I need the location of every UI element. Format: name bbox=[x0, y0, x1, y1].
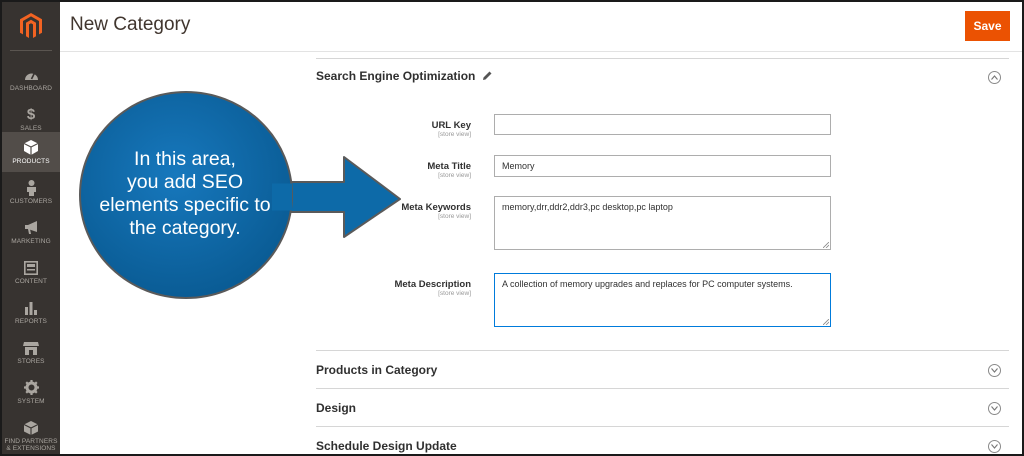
design-section[interactable]: Design bbox=[316, 401, 356, 415]
page-header: New Category Save bbox=[60, 2, 1022, 52]
sidebar-item-label: STORES bbox=[17, 357, 45, 365]
section-divider bbox=[316, 426, 1009, 427]
callout-line: elements specific to bbox=[99, 194, 271, 216]
magento-logo-icon bbox=[20, 13, 42, 38]
save-button[interactable]: Save bbox=[965, 11, 1010, 41]
bar-chart-icon bbox=[24, 300, 38, 316]
gear-icon bbox=[23, 380, 39, 396]
admin-sidebar: DASHBOARD $ SALES PRODUCTS CUSTOMERS MAR… bbox=[2, 2, 60, 454]
dashboard-icon bbox=[24, 67, 39, 83]
dollar-icon: $ bbox=[26, 106, 36, 123]
expand-chevron-icon[interactable] bbox=[988, 364, 1001, 377]
meta-keywords-value: memory,drr,ddr2,ddr3,pc desktop,pc lapto… bbox=[502, 202, 673, 212]
sidebar-item-products[interactable]: PRODUCTS bbox=[2, 132, 60, 172]
url-key-label: URL Key bbox=[431, 120, 471, 131]
products-in-category-section[interactable]: Products in Category bbox=[316, 363, 437, 377]
callout-text: In this area, you add SEO elements speci… bbox=[90, 148, 280, 240]
sidebar-item-dashboard[interactable]: DASHBOARD bbox=[2, 59, 60, 99]
url-key-scope: [store view] bbox=[438, 131, 471, 138]
megaphone-icon bbox=[24, 220, 39, 236]
sidebar-item-label: PRODUCTS bbox=[12, 157, 50, 165]
sidebar-item-customers[interactable]: CUSTOMERS bbox=[2, 172, 60, 212]
callout-line: you add SEO bbox=[127, 171, 243, 193]
sidebar-item-content[interactable]: CONTENT bbox=[2, 252, 60, 292]
sidebar-item-label: REPORTS bbox=[14, 317, 47, 325]
pencil-icon bbox=[483, 71, 492, 80]
sidebar-item-label: FIND PARTNERS bbox=[4, 438, 58, 445]
box-icon bbox=[24, 140, 38, 156]
expand-chevron-icon[interactable] bbox=[988, 440, 1001, 453]
meta-title-scope: [store view] bbox=[438, 172, 471, 179]
resize-handle-icon[interactable] bbox=[823, 319, 829, 325]
sidebar-item-label: SYSTEM bbox=[17, 397, 45, 405]
callout-line: In this area, bbox=[134, 148, 236, 170]
sidebar-item-label-2: & EXTENSIONS bbox=[6, 445, 56, 452]
callout-line: the category. bbox=[129, 217, 241, 239]
extensions-icon bbox=[24, 420, 38, 436]
sidebar-item-system[interactable]: SYSTEM bbox=[2, 372, 60, 412]
meta-keywords-textarea[interactable]: memory,drr,ddr2,ddr3,pc desktop,pc lapto… bbox=[494, 196, 831, 250]
content-icon bbox=[24, 260, 38, 276]
sidebar-item-find-partners[interactable]: FIND PARTNERS & EXTENSIONS bbox=[2, 416, 60, 454]
magento-logo[interactable] bbox=[2, 2, 60, 50]
meta-description-value: A collection of memory upgrades and repl… bbox=[502, 279, 793, 289]
person-icon bbox=[26, 179, 37, 196]
sidebar-item-label: SALES bbox=[20, 124, 42, 132]
meta-description-scope: [store view] bbox=[438, 290, 471, 297]
store-icon bbox=[23, 340, 39, 356]
page-title: New Category bbox=[70, 14, 191, 35]
resize-handle-icon[interactable] bbox=[823, 242, 829, 248]
section-divider bbox=[316, 58, 1009, 59]
meta-description-textarea[interactable]: A collection of memory upgrades and repl… bbox=[494, 273, 831, 327]
sidebar-item-label: DASHBOARD bbox=[9, 84, 53, 92]
section-divider bbox=[316, 388, 1009, 389]
seo-section-title[interactable]: Search Engine Optimization bbox=[316, 69, 475, 83]
sidebar-item-marketing[interactable]: MARKETING bbox=[2, 212, 60, 252]
expand-chevron-icon[interactable] bbox=[988, 402, 1001, 415]
meta-title-input[interactable]: Memory bbox=[494, 155, 831, 177]
sidebar-divider bbox=[10, 50, 52, 51]
collapse-chevron-icon[interactable] bbox=[988, 71, 1001, 84]
sidebar-item-label: CONTENT bbox=[14, 277, 48, 285]
schedule-design-update-section[interactable]: Schedule Design Update bbox=[316, 439, 457, 453]
sidebar-item-reports[interactable]: REPORTS bbox=[2, 292, 60, 332]
app-window: DASHBOARD $ SALES PRODUCTS CUSTOMERS MAR… bbox=[0, 0, 1024, 456]
meta-title-label: Meta Title bbox=[427, 161, 471, 172]
section-divider bbox=[316, 350, 1009, 351]
sidebar-item-label: CUSTOMERS bbox=[9, 197, 53, 205]
sidebar-item-stores[interactable]: STORES bbox=[2, 332, 60, 372]
url-key-input[interactable] bbox=[494, 114, 831, 135]
meta-keywords-scope: [store view] bbox=[438, 213, 471, 220]
sidebar-item-label: MARKETING bbox=[11, 237, 51, 245]
